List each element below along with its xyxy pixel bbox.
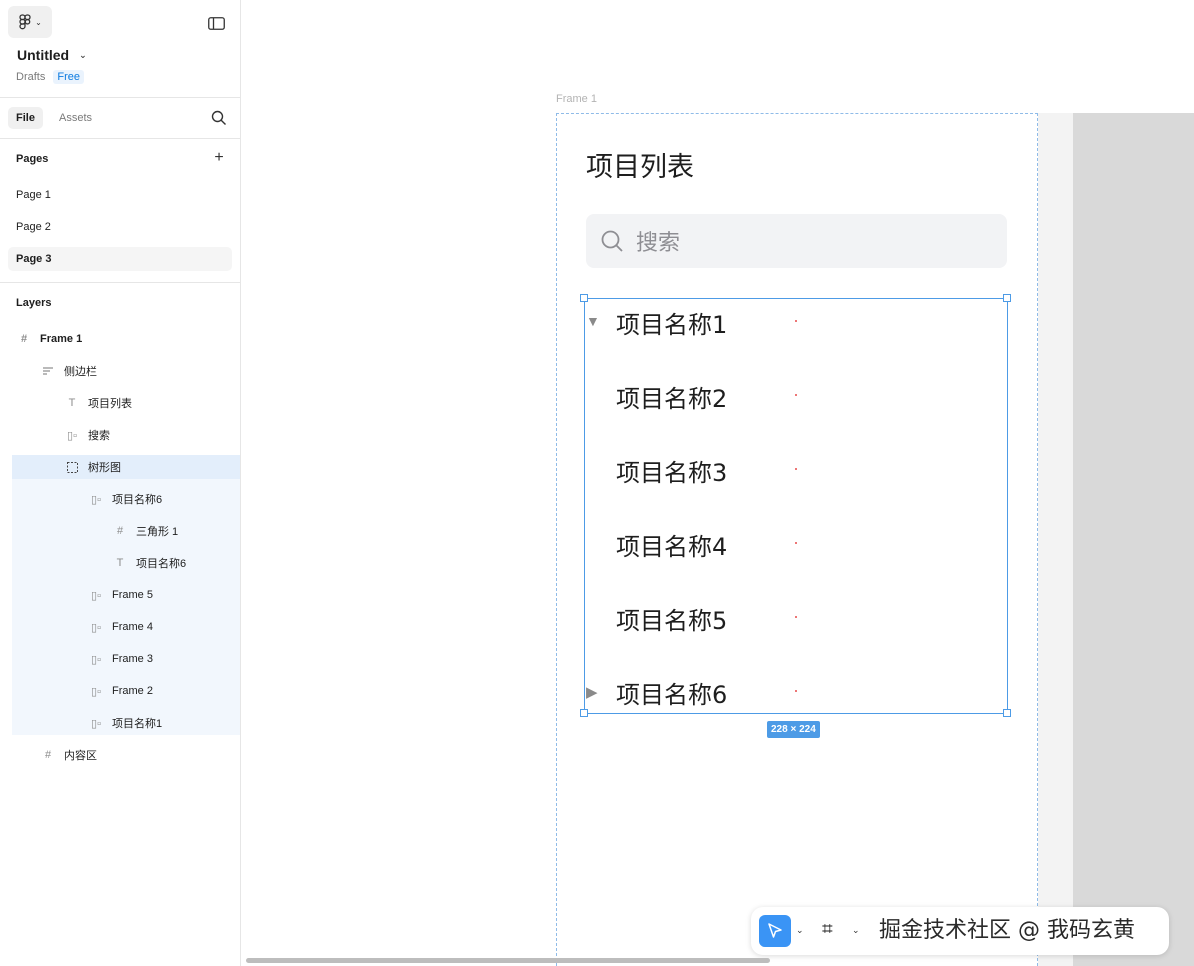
layer-label: Frame 3 xyxy=(112,653,153,665)
tab-assets[interactable]: Assets xyxy=(51,107,100,129)
page-item-1[interactable]: Page 1 xyxy=(8,183,232,207)
divider xyxy=(0,282,240,283)
layer-label: Frame 2 xyxy=(112,685,153,697)
chevron-down-icon[interactable]: ⌄ xyxy=(852,925,860,936)
autolayout-horizontal-icon: ▯▫ xyxy=(91,493,101,506)
search-layers-button[interactable] xyxy=(211,110,227,126)
frame-icon: # xyxy=(44,749,52,761)
layer-row[interactable]: # Frame 1 xyxy=(16,323,82,355)
selection-size-badge: 228 × 224 xyxy=(767,721,820,738)
resize-handle-bottom-left[interactable] xyxy=(580,709,588,717)
layer-label: Frame 1 xyxy=(40,333,83,345)
layer-row[interactable]: ▯▫ Frame 5 xyxy=(88,579,153,611)
autolayout-horizontal-icon: ▯▫ xyxy=(91,621,101,634)
section-icon xyxy=(64,459,80,475)
frame-label[interactable]: Frame 1 xyxy=(556,93,597,105)
design-canvas[interactable]: Frame 1 项目列表 搜索 ▼ 项目名称1 项目名称2 项目名称3 项目名称… xyxy=(241,0,1194,966)
watermark-text: 掘金技术社区 @ 我码玄黄 xyxy=(879,918,1135,943)
layer-row[interactable]: ▯▫ 搜索 xyxy=(64,419,110,451)
layer-row[interactable]: ▯▫ 项目名称6 xyxy=(88,483,162,515)
file-location: Drafts Free xyxy=(16,70,84,84)
layer-label: 项目名称6 xyxy=(112,494,163,506)
autolayout-horizontal-icon: ▯▫ xyxy=(91,589,101,602)
layer-label: Frame 4 xyxy=(112,621,153,633)
cursor-arrow-icon xyxy=(768,923,782,938)
autolayout-horizontal-icon: ▯▫ xyxy=(67,429,77,442)
file-name-label: Untitled xyxy=(17,47,70,63)
divider xyxy=(0,138,240,139)
frame-icon: # xyxy=(116,525,124,537)
page-item-2[interactable]: Page 2 xyxy=(8,215,232,239)
layer-label: 内容区 xyxy=(64,750,97,762)
layer-row[interactable]: # 内容区 xyxy=(40,739,97,771)
frame-icon: # xyxy=(20,333,28,345)
search-icon xyxy=(211,110,226,125)
layer-label: 搜索 xyxy=(88,430,110,442)
horizontal-scrollbar[interactable] xyxy=(246,958,770,963)
layer-row-selected[interactable]: 树形图 xyxy=(64,451,121,483)
layer-label: Frame 5 xyxy=(112,589,153,601)
move-tool-button[interactable] xyxy=(759,915,791,947)
layer-row[interactable]: ▯▫ Frame 2 xyxy=(88,675,153,707)
text-icon: T xyxy=(116,557,124,569)
search-component[interactable]: 搜索 xyxy=(586,214,1007,268)
page-item-3[interactable]: Page 3 xyxy=(8,247,232,271)
selected-layer-row-bg xyxy=(12,455,240,479)
resize-handle-top-left[interactable] xyxy=(580,294,588,302)
figma-logo-icon xyxy=(19,14,31,30)
layers-header: Layers xyxy=(16,297,52,309)
layer-row[interactable]: ▯▫ Frame 3 xyxy=(88,643,153,675)
file-name[interactable]: Untitled ⌄ xyxy=(17,47,87,63)
chevron-down-icon[interactable]: ⌄ xyxy=(796,925,804,936)
chevron-down-icon: ⌄ xyxy=(35,17,42,27)
sidebar-layout-icon xyxy=(207,16,225,30)
layer-row[interactable]: # 三角形 1 xyxy=(112,515,178,547)
canvas-background-frame xyxy=(1073,113,1194,966)
chevron-down-icon: ⌄ xyxy=(79,49,87,60)
drafts-label[interactable]: Drafts xyxy=(16,71,45,83)
autolayout-horizontal-icon: ▯▫ xyxy=(91,685,101,698)
layer-label: 侧边栏 xyxy=(64,366,97,378)
text-icon: T xyxy=(68,397,76,409)
resize-handle-bottom-right[interactable] xyxy=(1003,709,1011,717)
add-page-button[interactable]: + xyxy=(212,149,226,166)
tab-file[interactable]: File xyxy=(8,107,43,129)
layer-row[interactable]: T 项目列表 xyxy=(64,387,132,419)
autolayout-horizontal-icon: ▯▫ xyxy=(91,653,101,666)
layer-label: 树形图 xyxy=(88,462,121,474)
plus-icon: + xyxy=(214,149,224,166)
layer-row[interactable]: 侧边栏 xyxy=(40,355,97,387)
selection-bounding-box[interactable] xyxy=(584,298,1008,714)
resize-handle-top-right[interactable] xyxy=(1003,294,1011,302)
layer-row[interactable]: ▯▫ Frame 4 xyxy=(88,611,153,643)
search-placeholder: 搜索 xyxy=(636,231,681,256)
layer-label: 项目列表 xyxy=(88,398,132,410)
canvas-background-frame xyxy=(1037,113,1073,966)
pages-header: Pages xyxy=(16,153,49,165)
divider xyxy=(0,97,240,98)
search-icon xyxy=(601,230,623,252)
frame-tool-icon[interactable]: ⌗ xyxy=(822,919,833,941)
autolayout-horizontal-icon: ▯▫ xyxy=(91,717,101,730)
left-sidebar: ⌄ Untitled ⌄ Drafts Free File Assets Pag… xyxy=(0,0,241,966)
layer-label: 项目名称1 xyxy=(112,718,163,730)
layer-label: 项目名称6 xyxy=(136,558,187,570)
layer-label: 三角形 1 xyxy=(136,526,179,538)
frame-title-text[interactable]: 项目列表 xyxy=(586,145,694,184)
layer-row[interactable]: T 项目名称6 xyxy=(112,547,187,579)
plan-badge[interactable]: Free xyxy=(53,70,84,84)
main-menu-button[interactable]: ⌄ xyxy=(8,6,52,38)
toggle-ui-button[interactable] xyxy=(206,14,226,32)
layer-row[interactable]: ▯▫ 项目名称1 xyxy=(88,707,162,739)
autolayout-vertical-icon xyxy=(40,363,56,379)
